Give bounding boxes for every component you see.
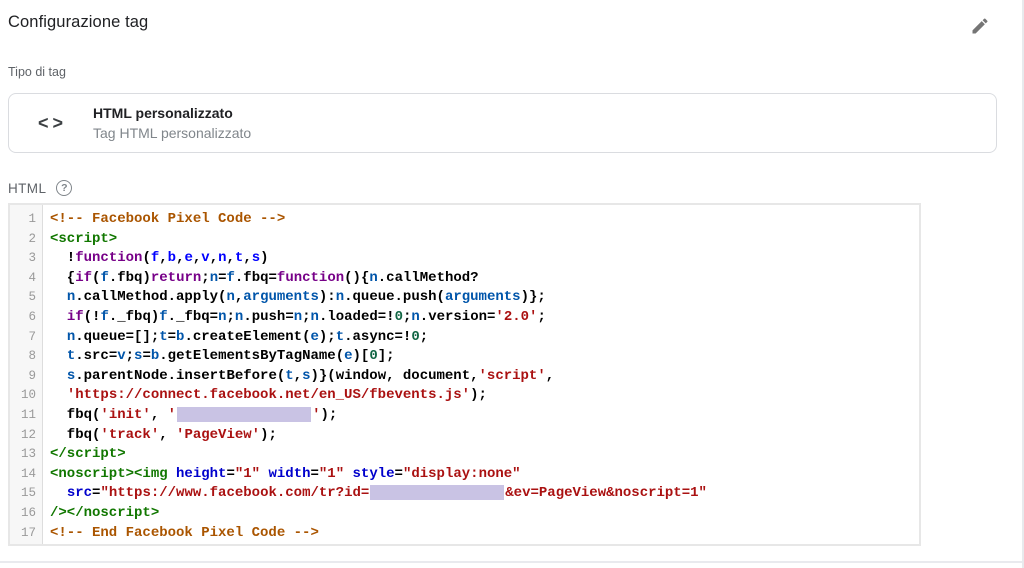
- tag-type-card[interactable]: <> HTML personalizzato Tag HTML personal…: [8, 93, 997, 153]
- line-number: 4: [28, 270, 36, 285]
- line-number: 2: [28, 231, 36, 246]
- line-number: 12: [20, 427, 36, 442]
- line-number: 17: [20, 525, 36, 540]
- code-line: !function(f,b,e,v,n,t,s): [50, 250, 269, 267]
- tag-type-title: HTML personalizzato: [93, 105, 233, 121]
- code-line: <script>: [50, 230, 118, 247]
- html-field-label: HTML: [8, 180, 47, 196]
- code-line: fbq('init', ' ');: [50, 406, 338, 423]
- code-line: 'https://connect.facebook.net/en_US/fbev…: [66, 387, 487, 404]
- tag-type-label: Tipo di tag: [8, 65, 66, 79]
- code-line: {if(f.fbq)return;n=f.fbq=function(){n.ca…: [50, 269, 479, 286]
- editor-gutter: 1 2 3 4 5 6 7 8 9 10 11 12 13 14 15 16 17: [10, 205, 43, 544]
- tag-type-subtitle: Tag HTML personalizzato: [93, 125, 252, 141]
- panel-header: Configurazione tag: [0, 0, 1022, 39]
- editor-code[interactable]: <!-- Facebook Pixel Code --> <script> !fu…: [43, 205, 919, 544]
- html-field-header: HTML ?: [8, 180, 73, 196]
- code-line: <!-- Facebook Pixel Code -->: [50, 211, 286, 227]
- section-divider: [0, 561, 1022, 563]
- code-line: fbq('track', 'PageView');: [50, 426, 277, 443]
- pencil-icon: [970, 17, 990, 39]
- code-line: <!-- End Facebook Pixel Code -->: [50, 524, 319, 541]
- code-line: </script>: [50, 446, 126, 463]
- tag-type-text: HTML personalizzato Tag HTML personalizz…: [93, 103, 251, 143]
- code-editor[interactable]: 1 2 3 4 5 6 7 8 9 10 11 12 13 14 15 16 17 <!-- Facebook …: [8, 203, 921, 546]
- line-number: 13: [20, 447, 36, 462]
- line-number: 11: [20, 407, 36, 422]
- edit-button[interactable]: [968, 15, 992, 39]
- line-number: 7: [28, 329, 36, 344]
- line-number: 10: [20, 388, 36, 403]
- help-icon[interactable]: ?: [56, 180, 73, 196]
- page-title: Configurazione tag: [8, 13, 149, 31]
- line-number: 9: [28, 368, 36, 383]
- code-line: s.parentNode.insertBefore(t,s)}(window, …: [66, 367, 555, 384]
- tag-configuration-panel: Configurazione tag Tipo di tag <> HTML p…: [0, 0, 1024, 568]
- code-brackets-icon: <>: [38, 112, 68, 133]
- line-number: 14: [20, 466, 36, 481]
- code-line: t.src=v;s=b.getElementsByTagName(e)[0];: [66, 348, 395, 365]
- line-number: 5: [28, 290, 36, 305]
- line-number: 16: [20, 505, 36, 520]
- code-line: if(!f._fbq)f._fbq=n;n.push=n;n.loaded=!0…: [66, 308, 546, 325]
- code-line: <noscript><img height="1" width="1" styl…: [50, 465, 521, 482]
- code-line: n.callMethod.apply(n,arguments):n.queue.…: [66, 289, 546, 306]
- line-number: 6: [28, 309, 36, 324]
- code-line: n.queue=[];t=b.createElement(e);t.async=…: [66, 328, 429, 345]
- redacted-pixel-id: [370, 485, 505, 501]
- redacted-pixel-id: [177, 406, 312, 422]
- line-number: 15: [20, 486, 36, 501]
- line-number: 1: [28, 212, 36, 226]
- code-line: src="https://www.facebook.com/tr?id= &ev=…: [66, 485, 707, 502]
- line-number: 8: [28, 349, 36, 364]
- code-line: /></noscript>: [50, 504, 160, 521]
- line-number: 3: [28, 251, 36, 266]
